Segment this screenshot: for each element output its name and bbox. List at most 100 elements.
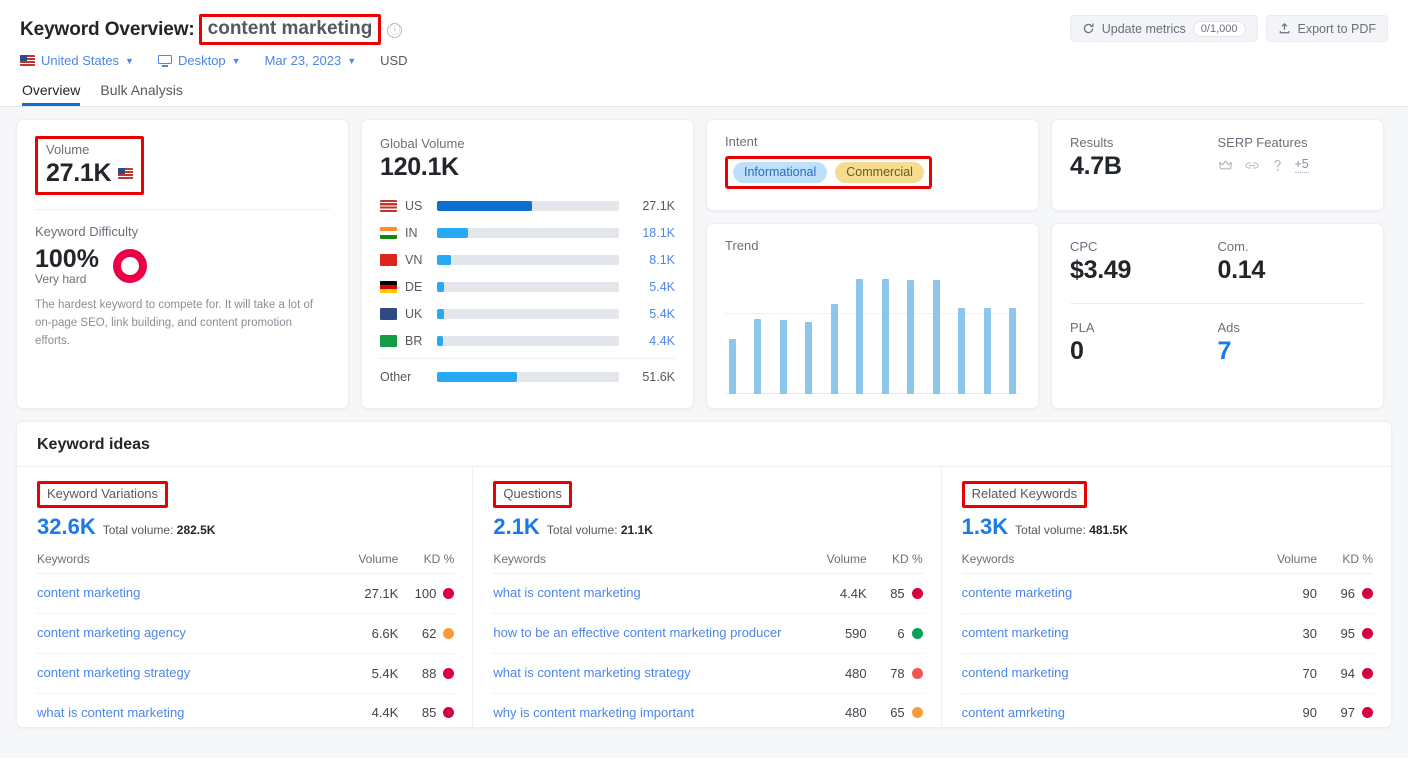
keyword-difficulty-section: Keyword Difficulty 100% Very hard The ha… <box>17 210 348 350</box>
keyword-link[interactable]: content marketing strategy <box>37 665 190 680</box>
other-label: Other <box>380 369 412 384</box>
volume-cell: 30 <box>1255 613 1317 654</box>
metrics-grid: Volume 27.1K Keyword Difficulty 100% Ver… <box>16 119 1392 409</box>
keyword-link[interactable]: contente marketing <box>962 585 1073 600</box>
kd-cell: 96 <box>1317 573 1373 614</box>
table-row: comtent marketing 30 95 <box>961 613 1373 654</box>
kd-dot-icon <box>911 587 923 599</box>
keyword-link[interactable]: why is content marketing important <box>493 705 694 720</box>
keyword-link[interactable]: comtent marketing <box>962 625 1069 640</box>
uk-flag-icon <box>380 307 397 320</box>
keyword-link[interactable]: contend marketing <box>962 665 1069 680</box>
country-volume: 5.4K <box>649 279 675 294</box>
trend-bar <box>1008 307 1016 394</box>
keyword-link[interactable]: what is content marketing <box>37 705 184 720</box>
table-header-row: Keywords Volume KD % <box>493 552 923 574</box>
keyword-cell: contend marketing <box>961 653 1255 694</box>
serp-feature-icons: +5 <box>1218 157 1366 173</box>
column-count[interactable]: 1.3K <box>962 514 1008 540</box>
keyword-link[interactable]: content marketing <box>37 585 140 600</box>
intent-card: Intent Informational Commercial <box>706 119 1039 211</box>
kd-cell: 62 <box>398 613 455 654</box>
com-label: Com. <box>1217 239 1249 254</box>
header-volume[interactable]: Volume <box>1255 552 1317 574</box>
keyword-link[interactable]: content marketing agency <box>37 625 186 640</box>
results-label: Results <box>1070 135 1114 150</box>
ads-value[interactable]: 7 <box>1218 337 1366 366</box>
cpc-divider <box>1070 303 1365 304</box>
keyword-ideas-heading: Keyword ideas <box>37 436 150 453</box>
country-bar-fill <box>437 281 445 292</box>
kd-dot-icon <box>911 667 923 679</box>
kd-cell: 88 <box>398 653 455 694</box>
header-kd[interactable]: KD % <box>398 552 455 574</box>
country-code: BR <box>405 333 423 348</box>
device-selector[interactable]: Desktop ▼ <box>157 53 241 68</box>
column-count[interactable]: 32.6K <box>37 514 96 540</box>
export-pdf-button[interactable]: Export to PDF <box>1265 15 1388 42</box>
column-title: Related Keywords <box>971 486 1078 501</box>
tab-overview[interactable]: Overview <box>22 82 81 106</box>
intent-badge-commercial[interactable]: Commercial <box>835 162 924 183</box>
keyword-ideas-card: Keyword ideas Keyword Variations 32.6K Tot… <box>16 421 1392 728</box>
us-flag-icon <box>118 168 134 179</box>
global-volume-row: DE 5.4K <box>380 273 675 300</box>
keyword-link[interactable]: what is content marketing <box>493 585 640 600</box>
column-title: Keyword Variations <box>47 486 159 501</box>
pla-label: PLA <box>1070 320 1095 335</box>
volume-highlight-box: Volume 27.1K <box>35 136 145 195</box>
chevron-down-icon: ▼ <box>347 55 357 66</box>
keyword-link[interactable]: content amrketing <box>962 705 1065 720</box>
kd-description: The hardest keyword to compete for. It w… <box>35 299 314 347</box>
trend-baseline <box>725 393 1020 394</box>
kd-dot-icon <box>443 707 455 719</box>
serp-more-count[interactable]: +5 <box>1294 157 1309 173</box>
intent-badge-informational[interactable]: Informational <box>733 162 828 183</box>
refresh-icon <box>1083 23 1094 34</box>
kd-dot-icon <box>1362 627 1373 639</box>
volume-cell: 4.4K <box>804 573 867 614</box>
serp-features-section: SERP Features +5 <box>1218 135 1366 196</box>
kd-rating: Very hard <box>35 272 87 286</box>
keyword-cell: what is content marketing <box>37 693 337 727</box>
country-volume: 8.1K <box>649 252 675 267</box>
keyword-cell: what is content marketing strategy <box>493 653 805 694</box>
crown-icon[interactable] <box>1218 158 1233 173</box>
header-volume[interactable]: Volume <box>804 552 867 574</box>
page-header: Keyword Overview: content marketing ⓘ Up… <box>0 0 1408 106</box>
other-value: 51.6K <box>642 369 675 384</box>
volume-label: Volume <box>46 142 90 157</box>
column-count[interactable]: 2.1K <box>493 514 539 540</box>
column-total-volume: Total volume: 282.5K <box>102 523 216 537</box>
vn-flag-icon <box>380 253 397 266</box>
keyword-cell: content amrketing <box>961 693 1255 727</box>
tab-bulk-analysis[interactable]: Bulk Analysis <box>100 82 182 106</box>
cpc-top-row: CPC $3.49 Com. 0.14 <box>1070 239 1365 285</box>
currency-label: USD <box>380 53 408 68</box>
volume-cell: 90 <box>1255 573 1317 614</box>
keyword-ideas-column: Related Keywords 1.3K Total volume: 481.5K… <box>942 467 1391 727</box>
keyword-cell: why is content marketing important <box>493 693 805 727</box>
header-volume[interactable]: Volume <box>336 552 399 574</box>
volume-card: Volume 27.1K Keyword Difficulty 100% Ver… <box>16 119 349 409</box>
country-bar-fill <box>437 254 451 265</box>
keyword-link[interactable]: what is content marketing strategy <box>493 665 690 680</box>
header-kd[interactable]: KD % <box>866 552 923 574</box>
date-selector[interactable]: Mar 23, 2023 ▼ <box>265 53 357 68</box>
update-metrics-count: 0/1,000 <box>1192 20 1246 37</box>
question-icon[interactable] <box>1271 158 1284 173</box>
update-metrics-button[interactable]: Update metrics 0/1,000 <box>1069 15 1258 42</box>
trend-card: Trend <box>706 223 1039 409</box>
volume-cell: 480 <box>804 693 867 727</box>
table-row: how to be an effective content marketing… <box>493 613 923 654</box>
keyword-link[interactable]: how to be an effective content marketing… <box>493 625 781 640</box>
global-volume-row: VN 8.1K <box>380 246 675 273</box>
header-kd[interactable]: KD % <box>1317 552 1373 574</box>
volume-section: Volume 27.1K <box>17 120 348 209</box>
info-icon[interactable]: ⓘ <box>387 23 403 38</box>
global-volume-row: IN 18.1K <box>380 219 675 246</box>
country-selector[interactable]: United States ▼ <box>20 53 134 68</box>
device-label: Desktop <box>177 53 226 68</box>
cpc-section: CPC $3.49 <box>1070 239 1218 285</box>
link-icon[interactable] <box>1244 158 1260 173</box>
